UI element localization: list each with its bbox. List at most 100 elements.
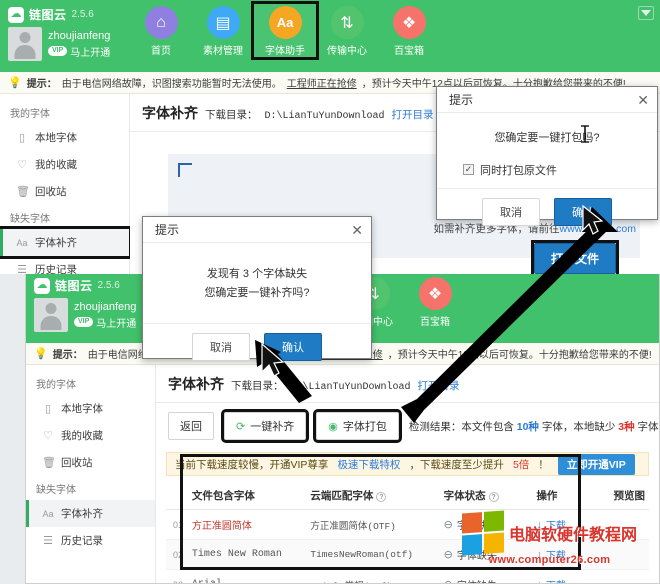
table-row[interactable]: 03 Arial Arial 常规(otf) ⊖字体缺失 ↓下载 — [166, 569, 649, 584]
avatar[interactable] — [8, 27, 42, 61]
sidebar-group-title-missing-fonts: 缺失字体 — [10, 214, 50, 225]
vip-badge: VIP — [74, 316, 94, 328]
row-index: 03 — [166, 569, 188, 583]
dialog-title: 提示 — [449, 93, 474, 107]
fill-all-button[interactable]: ⟳ 一键补齐 — [220, 409, 310, 443]
screenshot-root: ☁ 链图云 2.5.6 zhoujianfeng VIP 马上开通 ⇅ 传输中心… — [0, 0, 660, 584]
dialog-message-line-1: 发现有 3 个字体缺失 — [206, 268, 308, 280]
open-file-button[interactable]: 打开文件 — [533, 243, 616, 274]
download-dir-path: D:\LianTuYunDownload — [264, 111, 385, 122]
watermark: 电脑软硬件教程网 www.computer26.com — [462, 510, 637, 566]
trash-icon: 🗑 — [16, 186, 30, 198]
user-row-upper[interactable]: zhoujianfeng VIP 马上开通 — [8, 27, 130, 61]
archive-box-icon: ▤ — [206, 6, 240, 39]
user-info-lower: zhoujianfeng VIP 马上开通 — [74, 301, 136, 330]
brand-row-lower: ☁ 链图云 2.5.6 — [34, 277, 156, 294]
sidebar-item-label: 我的收藏 — [35, 159, 77, 171]
open-directory-link[interactable]: 打开目录 — [418, 378, 460, 393]
sidebar-item-label: 本地字体 — [35, 132, 77, 144]
close-x-icon[interactable]: ✕ — [351, 223, 363, 237]
download-icon: ↓ — [536, 579, 542, 584]
notice-text-a: 由于电信网络故障，识图搜索功能暂时无法使用。 — [61, 79, 282, 90]
notice-link[interactable]: 工程师正在抢修 — [287, 75, 357, 90]
sidebar-item-recycle-bin[interactable]: 🗑 回收站 — [0, 178, 129, 205]
row-action[interactable]: ↓下载 — [532, 569, 610, 584]
vip-privilege-link[interactable]: 极速下载特权 — [337, 457, 400, 472]
dialog-cancel-button[interactable]: 取消 — [482, 197, 540, 226]
sidebar-item-font-fill[interactable]: Aa 字体补齐 — [0, 226, 132, 259]
detect-mid: 字体，本地缺少 — [538, 420, 619, 433]
sidebar-group-title-missing-fonts: 缺失字体 — [36, 485, 76, 496]
row-preview — [609, 569, 649, 583]
package-circle-icon: ◉ — [328, 420, 338, 433]
font-assistant-icon: Aa — [268, 6, 302, 39]
minus-circle-icon: ⊖ — [443, 519, 453, 531]
sidebar-group-title-my-fonts: 我的字体 — [10, 109, 50, 120]
help-icon[interactable]: ? — [376, 492, 387, 502]
package-confirm-dialog: 提示 ✕ 您确定要一键打包吗? ✓ 同时打包原文件 取消 确认 — [436, 86, 658, 226]
nav-label: 素材管理 — [203, 46, 243, 57]
vip-activate-link[interactable]: 马上开通 — [96, 315, 136, 330]
nav-item-toolbox[interactable]: ❖ 百宝箱 — [378, 4, 440, 57]
heart-icon: ♡ — [43, 430, 53, 442]
avatar[interactable] — [34, 298, 68, 332]
back-button[interactable]: 返回 — [168, 412, 214, 440]
main-nav-upper: ⌂ 首页 ▤ 素材管理 Aa 字体助手 ⇅ 传输中心 ❖ 百宝箱 — [130, 0, 440, 60]
sidebar-item-history[interactable]: ☰ 历史记录 — [0, 256, 129, 274]
toolbox-icon: ❖ — [418, 277, 452, 310]
minus-circle-icon: ⊖ — [443, 549, 453, 561]
package-original-checkbox-row[interactable]: ✓ 同时打包原文件 — [463, 162, 643, 178]
font-fill-icon: Aa — [42, 508, 54, 519]
action-toolbar: 返回 ⟳ 一键补齐 ◉ 字体打包 检测结果：本文件包含 10种 字体，本地缺少 … — [156, 403, 659, 449]
dialog-cancel-button[interactable]: 取消 — [192, 333, 250, 362]
vip-speed-emph: 5倍 — [512, 458, 530, 471]
nav-item-toolbox-lower[interactable]: ❖ 百宝箱 — [404, 275, 466, 328]
detect-suffix: 字体 — [634, 420, 659, 433]
sidebar-item-label: 历史记录 — [35, 264, 77, 274]
close-x-icon[interactable]: ✕ — [637, 93, 649, 107]
lightbulb-icon: 💡 — [8, 77, 22, 89]
sidebar-item-recycle-bin[interactable]: 🗑 回收站 — [26, 449, 155, 476]
vip-badge: VIP — [48, 45, 68, 57]
dialog-footer: 取消 确认 — [437, 187, 657, 237]
package-fonts-button[interactable]: ◉ 字体打包 — [313, 409, 402, 443]
user-info-upper: zhoujianfeng VIP 马上开通 — [48, 30, 110, 59]
notice-text-b: ，预计今天中午12点以后可恢复。十分抱歉给您带来的不便! — [387, 350, 652, 361]
vip-row[interactable]: VIP 马上开通 — [74, 315, 136, 330]
nav-label: 百宝箱 — [420, 317, 450, 328]
sidebar-item-local-fonts[interactable]: ▯ 本地字体 — [26, 395, 155, 422]
dropdown-triangle-icon[interactable] — [638, 6, 654, 20]
sidebar-item-favorites[interactable]: ♡ 我的收藏 — [26, 422, 155, 449]
help-icon[interactable]: ? — [488, 492, 499, 502]
vip-promo-bar: 当前下载速度较慢，开通VIP尊享 极速下载特权 ，下载速度至少提升 5倍 ！ 立即开通V… — [166, 452, 649, 476]
heart-icon: ♡ — [17, 159, 27, 171]
nav-item-home[interactable]: ⌂ 首页 — [130, 4, 192, 57]
open-directory-link[interactable]: 打开目录 — [392, 107, 434, 122]
th-preview: 预览图 — [609, 482, 649, 510]
sidebar-item-font-fill[interactable]: Aa 字体补齐 — [26, 500, 155, 527]
page-title: 字体补齐 — [168, 376, 224, 392]
trash-icon: 🗑 — [42, 457, 56, 469]
nav-item-font-assistant[interactable]: Aa 字体助手 — [251, 1, 319, 60]
nav-item-assets[interactable]: ▤ 素材管理 — [192, 4, 254, 57]
windows-logo-icon — [462, 510, 504, 556]
dialog-confirm-button[interactable]: 确认 — [264, 333, 322, 362]
nav-item-transfer[interactable]: ⇅ 传输中心 — [316, 4, 378, 57]
cloud-logo-icon: ☁ — [8, 6, 24, 23]
dialog-confirm-button[interactable]: 确认 — [554, 197, 612, 226]
sidebar-item-history[interactable]: ☰ 历史记录 — [26, 527, 155, 554]
row-cloud-font: 方正准圆简体(OTF) — [306, 509, 440, 540]
vip-row[interactable]: VIP 马上开通 — [48, 44, 110, 59]
activate-vip-button[interactable]: 立即开通VIP — [557, 453, 635, 475]
sidebar-item-local-fonts[interactable]: ▯ 本地字体 — [0, 124, 129, 151]
sidebar-item-favorites[interactable]: ♡ 我的收藏 — [0, 151, 129, 178]
lightbulb-icon: 💡 — [34, 348, 48, 360]
sidebar-item-label: 字体补齐 — [35, 237, 77, 249]
refresh-circle-icon: ⟳ — [236, 420, 246, 433]
user-row-lower[interactable]: zhoujianfeng VIP 马上开通 — [34, 298, 156, 332]
username: zhoujianfeng — [74, 300, 137, 313]
dropzone-corner-icon — [178, 163, 192, 177]
sidebar-item-label: 本地字体 — [61, 403, 103, 415]
vip-activate-link[interactable]: 马上开通 — [70, 44, 110, 59]
checkbox[interactable]: ✓ — [463, 164, 474, 176]
